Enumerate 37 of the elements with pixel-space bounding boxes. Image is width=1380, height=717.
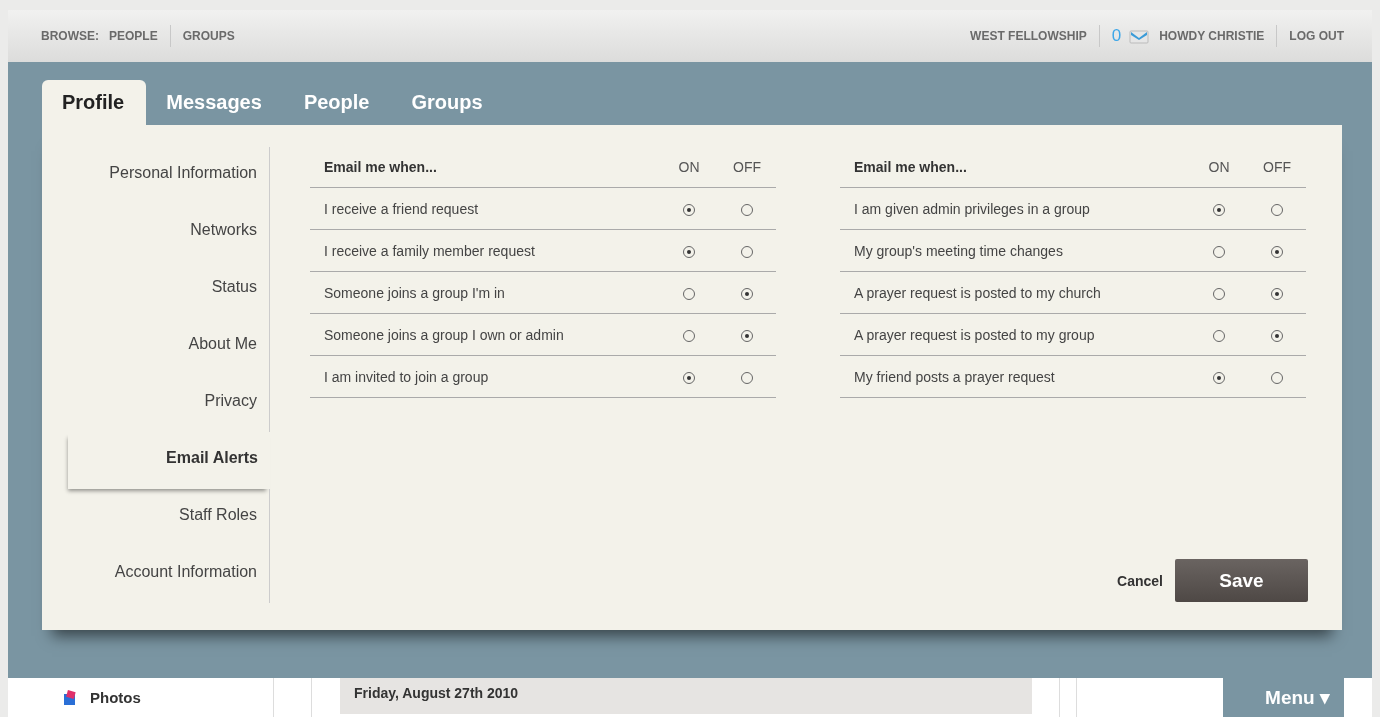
save-button[interactable]: Save [1175, 559, 1308, 602]
sidebar-item[interactable]: About Me [42, 318, 270, 375]
photos-link[interactable]: Photos [90, 689, 141, 706]
sidebar-item[interactable]: Networks [42, 204, 270, 261]
tab[interactable]: Profile [42, 80, 147, 125]
column-header: OFF [1248, 147, 1306, 188]
browse-link[interactable]: PEOPLE [109, 29, 158, 43]
alert-label: I receive a friend request [310, 187, 660, 230]
alert-label: My friend posts a prayer request [840, 355, 1190, 398]
sidebar-item[interactable]: Account Information [42, 546, 270, 603]
column-header: ON [1190, 147, 1248, 188]
alert-label: I am given admin privileges in a group [840, 187, 1190, 230]
sidebar-item[interactable]: Staff Roles [42, 489, 270, 546]
alert-label: Someone joins a group I'm in [310, 271, 660, 314]
church-name: WEST FELLOWSHIP [970, 29, 1087, 43]
envelope-icon[interactable] [1129, 27, 1150, 45]
browse-link[interactable]: GROUPS [182, 29, 235, 43]
cancel-link[interactable]: Cancel [1117, 572, 1163, 589]
sidebar-item[interactable]: Status [42, 261, 270, 318]
logout-link[interactable]: LOG OUT [1289, 29, 1344, 43]
date-bar: Friday, August 27th 2010 [340, 678, 1032, 714]
column-header: Email me when... [310, 147, 660, 188]
alert-label: I receive a family member request [310, 229, 660, 272]
sidebar-item[interactable]: Personal Information [42, 147, 270, 204]
alert-label: A prayer request is posted to my group [840, 313, 1190, 356]
column-header: OFF [718, 147, 776, 188]
alert-label: My group's meeting time changes [840, 229, 1190, 272]
greeting: HOWDY CHRISTIE [1159, 29, 1265, 43]
message-count: 0 [1111, 26, 1122, 46]
column-header: Email me when... [840, 147, 1190, 188]
column-header: ON [660, 147, 718, 188]
alert-label: Someone joins a group I own or admin [310, 313, 660, 356]
browse-label: BROWSE: [41, 29, 99, 43]
alert-label: A prayer request is posted to my church [840, 271, 1190, 314]
photo-stack-icon [62, 689, 78, 706]
alert-label: I am invited to join a group [310, 355, 660, 398]
sidebar-item[interactable]: Email Alerts [68, 432, 270, 489]
